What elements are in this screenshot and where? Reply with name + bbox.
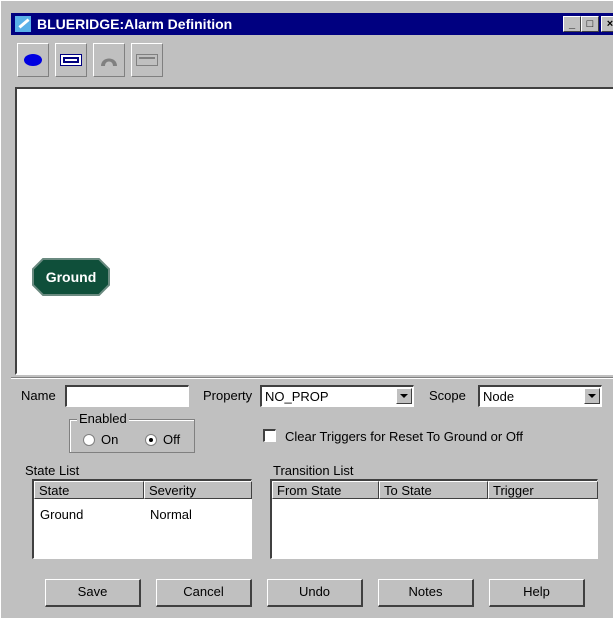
arrow-loop-icon: [101, 58, 117, 66]
state-ellipse-icon: [24, 54, 42, 66]
state-node-label: Ground: [45, 269, 97, 285]
property-select[interactable]: NO_PROP: [260, 385, 414, 407]
chevron-down-icon[interactable]: [584, 388, 600, 404]
column-header-state[interactable]: State: [34, 481, 144, 499]
column-header-to-state[interactable]: To State: [379, 481, 488, 499]
column-header-from-state[interactable]: From State: [272, 481, 379, 499]
minimize-button[interactable]: _: [563, 16, 581, 32]
maximize-button[interactable]: □: [581, 16, 599, 32]
name-input[interactable]: [65, 385, 189, 407]
column-header-severity[interactable]: Severity: [144, 481, 252, 499]
state-list[interactable]: State Severity Ground Normal: [32, 479, 252, 559]
help-button[interactable]: Help: [489, 579, 585, 607]
cancel-button[interactable]: Cancel: [156, 579, 252, 607]
toolbar: [13, 41, 193, 79]
enabled-off-radio[interactable]: [145, 434, 157, 446]
transition-list-title: Transition List: [273, 463, 354, 478]
state-cell[interactable]: Ground: [40, 507, 83, 522]
save-button[interactable]: Save: [45, 579, 141, 607]
state-diagram-canvas[interactable]: Ground: [15, 87, 613, 375]
property-label: Property: [203, 388, 253, 403]
loop-transition-tool[interactable]: [93, 43, 125, 77]
disabled-tool-icon: [136, 54, 158, 66]
scope-label: Scope: [429, 388, 466, 403]
add-transition-tool[interactable]: [55, 43, 87, 77]
add-state-tool[interactable]: [17, 43, 49, 77]
clear-triggers-checkbox[interactable]: [263, 429, 276, 442]
name-label: Name: [21, 388, 56, 403]
column-header-trigger[interactable]: Trigger: [488, 481, 598, 499]
divider: [11, 377, 613, 379]
enabled-on-label: On: [101, 432, 119, 447]
disabled-tool[interactable]: [131, 43, 163, 77]
undo-button[interactable]: Undo: [267, 579, 363, 607]
enabled-off-label: Off: [163, 432, 181, 447]
property-value: NO_PROP: [265, 389, 329, 404]
enabled-on-radio[interactable]: [83, 434, 95, 446]
clear-triggers-label: Clear Triggers for Reset To Ground or Of…: [285, 429, 523, 444]
app-icon: [15, 16, 31, 32]
state-node-ground[interactable]: Ground: [31, 257, 111, 297]
scope-select[interactable]: Node: [478, 385, 602, 407]
close-button[interactable]: ×: [601, 16, 613, 32]
severity-cell[interactable]: Normal: [150, 507, 192, 522]
chevron-down-icon[interactable]: [396, 388, 412, 404]
transition-box-icon: [60, 54, 82, 66]
notes-button[interactable]: Notes: [378, 579, 474, 607]
transition-list[interactable]: From State To State Trigger: [270, 479, 598, 559]
alarm-definition-window: BLUERIDGE:Alarm Definition _ □ × Ground …: [0, 0, 613, 618]
window-title: BLUERIDGE:Alarm Definition: [37, 16, 233, 32]
title-bar[interactable]: BLUERIDGE:Alarm Definition _ □ ×: [11, 13, 613, 35]
scope-value: Node: [483, 389, 515, 404]
state-list-title: State List: [25, 463, 80, 478]
enabled-group-title: Enabled: [77, 411, 129, 426]
